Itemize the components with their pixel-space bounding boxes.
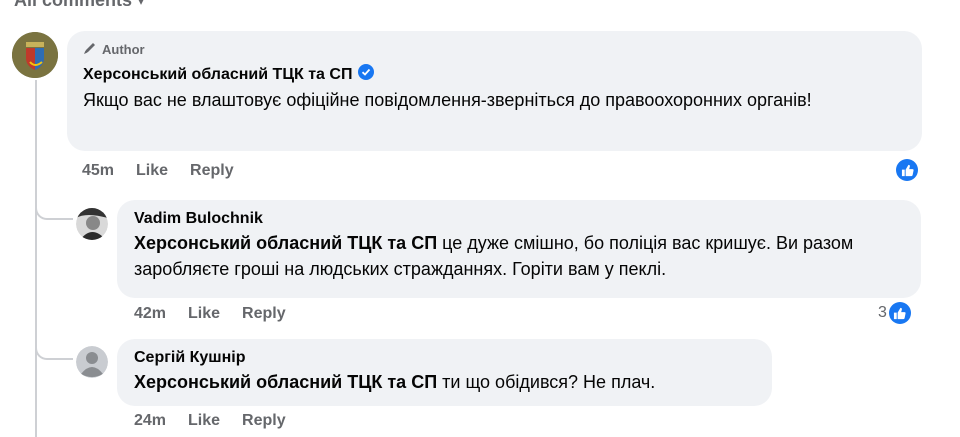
commenter-avatar[interactable] [76,208,108,240]
comment-time[interactable]: 24m [134,412,166,430]
pencil-icon [83,41,97,58]
commenter-name[interactable]: Херсонський обласний ТЦК та СП [83,66,352,84]
mention-link[interactable]: Херсонський обласний ТЦК та СП [134,372,437,392]
reaction-summary[interactable]: 3 [878,302,911,324]
reply-button[interactable]: Reply [242,305,286,323]
comment-text: Херсонський обласний ТЦК та СП ти що обі… [134,369,755,395]
chevron-down-icon: ▾ [138,0,145,8]
like-button[interactable]: Like [136,162,168,180]
mention-link[interactable]: Херсонський обласний ТЦК та СП [134,233,437,253]
comment-bubble: Сергій Кушнір Херсонський обласний ТЦК т… [117,339,772,406]
like-button[interactable]: Like [188,412,220,430]
author-label: Author [102,42,145,57]
comment-time[interactable]: 45m [82,162,114,180]
commenter-avatar[interactable] [76,346,108,378]
verified-badge-icon [358,64,375,85]
comment-body: ти що обідився? Не плач. [437,372,656,392]
comment-bubble: Vadim Bulochnik Херсонський обласний ТЦК… [117,200,921,298]
reply-button[interactable]: Reply [190,162,234,180]
thumbs-up-icon [896,159,918,181]
thread-connector [35,340,73,360]
comment-text: Якщо вас не влаштовує офіційне повідомле… [83,90,812,110]
thread-line [35,80,37,437]
thumbs-up-icon [888,302,911,324]
commenter-name[interactable]: Vadim Bulochnik [134,210,263,228]
like-button[interactable]: Like [188,305,220,323]
all-comments-label: All comments [14,0,133,10]
reaction-count: 3 [878,304,887,321]
comment-time[interactable]: 42m [134,305,166,323]
thread-connector [35,200,73,220]
reaction-summary[interactable] [894,159,918,181]
reply-button[interactable]: Reply [242,412,286,430]
comment-text: Херсонський обласний ТЦК та СП це дуже с… [134,230,904,282]
author-badge: Author [83,41,906,58]
author-avatar[interactable] [12,32,58,78]
comment-bubble: Author Херсонський обласний ТЦК та СП Як… [67,31,922,151]
commenter-name[interactable]: Сергій Кушнір [134,349,246,367]
all-comments-filter[interactable]: All comments ▾ [14,0,144,11]
